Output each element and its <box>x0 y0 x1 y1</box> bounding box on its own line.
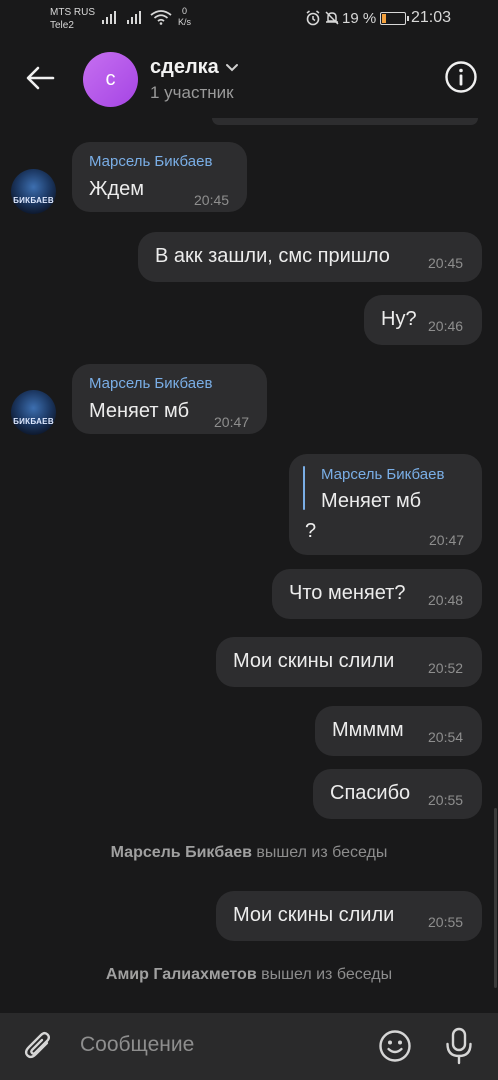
status-bar: MTS RUS Tele2 0 K/s 19 % 21:03 <box>0 0 498 40</box>
service-action: вышел из беседы <box>261 966 393 983</box>
service-message: Амир Галиахметов вышел из беседы <box>0 966 498 984</box>
service-message: Марсель Бикбаев вышел из беседы <box>0 844 498 862</box>
message-time: 20:45 <box>428 255 464 271</box>
sender-name[interactable]: Марсель Бикбаев <box>89 375 212 392</box>
sender-name[interactable]: Марсель Бикбаев <box>89 153 212 170</box>
scrollbar[interactable] <box>494 808 497 988</box>
message-input[interactable]: Сообщение <box>80 1033 194 1057</box>
service-action: вышел из беседы <box>256 844 388 861</box>
reply-sender-name[interactable]: Марсель Бикбаев <box>321 466 444 483</box>
chat-header: с сделка 1 участник <box>0 40 498 118</box>
message-time: 20:45 <box>194 192 230 208</box>
arrow-left-icon <box>26 66 55 90</box>
wifi-icon <box>150 10 172 25</box>
sender-avatar[interactable]: БИКБАЕВ <box>11 390 56 435</box>
message-list[interactable]: БИКБАЕВ Марсель Бикбаев Ждем 20:45 В акк… <box>0 118 498 1013</box>
signal-1-icon <box>102 10 116 24</box>
message-time: 20:47 <box>429 532 465 548</box>
info-icon[interactable] <box>444 60 478 94</box>
carrier-2: Tele2 <box>50 20 74 31</box>
message-time: 20:55 <box>428 792 464 808</box>
message-bubble-outgoing[interactable]: Ну? 20:46 <box>364 295 482 345</box>
message-time: 20:47 <box>214 414 250 430</box>
service-user-name[interactable]: Амир Галиахметов <box>106 966 257 983</box>
reply-quote-bar <box>303 466 305 510</box>
message-text: Мои скины слили <box>233 904 395 926</box>
network-speed: 0 K/s <box>178 6 192 27</box>
message-text: ? <box>305 520 317 542</box>
message-text: Мои скины слили <box>233 650 395 672</box>
chat-title-text: сделка <box>150 56 219 78</box>
message-bubble-outgoing[interactable]: Спасибо 20:55 <box>313 769 482 819</box>
battery-percent: 19 % <box>342 10 377 27</box>
message-bubble-outgoing[interactable]: Мои скины слили 20:52 <box>216 637 482 687</box>
chat-title[interactable]: сделка <box>150 56 239 79</box>
microphone-icon[interactable] <box>443 1027 475 1065</box>
mute-icon <box>325 11 339 25</box>
service-user-name[interactable]: Марсель Бикбаев <box>111 844 252 861</box>
reply-quoted-text[interactable]: Меняет мб <box>321 490 421 513</box>
chevron-down-icon <box>225 63 238 71</box>
back-button[interactable] <box>20 58 60 98</box>
message-bubble-outgoing[interactable]: Ммммм 20:54 <box>315 706 482 756</box>
carrier-1: MTS RUS <box>50 7 95 18</box>
battery-fill <box>382 14 386 23</box>
message-bubble-outgoing[interactable]: Мои скины слили 20:55 <box>216 891 482 941</box>
message-text: В акк зашли, смс пришло <box>155 245 390 267</box>
emoji-icon[interactable] <box>378 1029 412 1063</box>
message-bubble-outgoing[interactable]: Что меняет? 20:48 <box>272 569 482 619</box>
message-time: 20:55 <box>428 914 464 930</box>
message-bubble-incoming[interactable]: Марсель Бикбаев Ждем 20:45 <box>72 142 247 212</box>
paperclip-icon[interactable] <box>22 1029 56 1063</box>
previous-message-bubble[interactable] <box>212 118 478 125</box>
carrier-names: MTS RUS Tele2 <box>50 6 95 32</box>
message-text: Ждем <box>89 178 145 200</box>
message-text: Ну? <box>381 308 417 330</box>
compose-bar: Сообщение <box>0 1013 498 1080</box>
message-text: Ммммм <box>332 719 404 741</box>
message-text: Что меняет? <box>289 582 406 604</box>
signal-2-icon <box>127 10 141 24</box>
message-bubble-outgoing[interactable]: В акк зашли, смс пришло 20:45 <box>138 232 482 282</box>
alarm-icon <box>306 10 320 26</box>
sender-avatar[interactable]: БИКБАЕВ <box>11 169 56 214</box>
message-time: 20:46 <box>428 318 464 334</box>
member-count: 1 участник <box>150 83 234 102</box>
message-text: Спасибо <box>330 782 411 804</box>
message-bubble-incoming[interactable]: Марсель Бикбаев Меняет мб 20:47 <box>72 364 267 434</box>
message-bubble-outgoing-reply[interactable]: Марсель Бикбаев Меняет мб ? 20:47 <box>289 454 482 555</box>
message-time: 20:54 <box>428 729 464 745</box>
message-time: 20:48 <box>428 592 464 608</box>
clock: 21:03 <box>411 9 452 26</box>
battery-icon <box>380 12 409 25</box>
message-time: 20:52 <box>428 660 464 676</box>
message-text: Меняет мб <box>89 400 190 422</box>
group-avatar[interactable]: с <box>83 52 138 107</box>
